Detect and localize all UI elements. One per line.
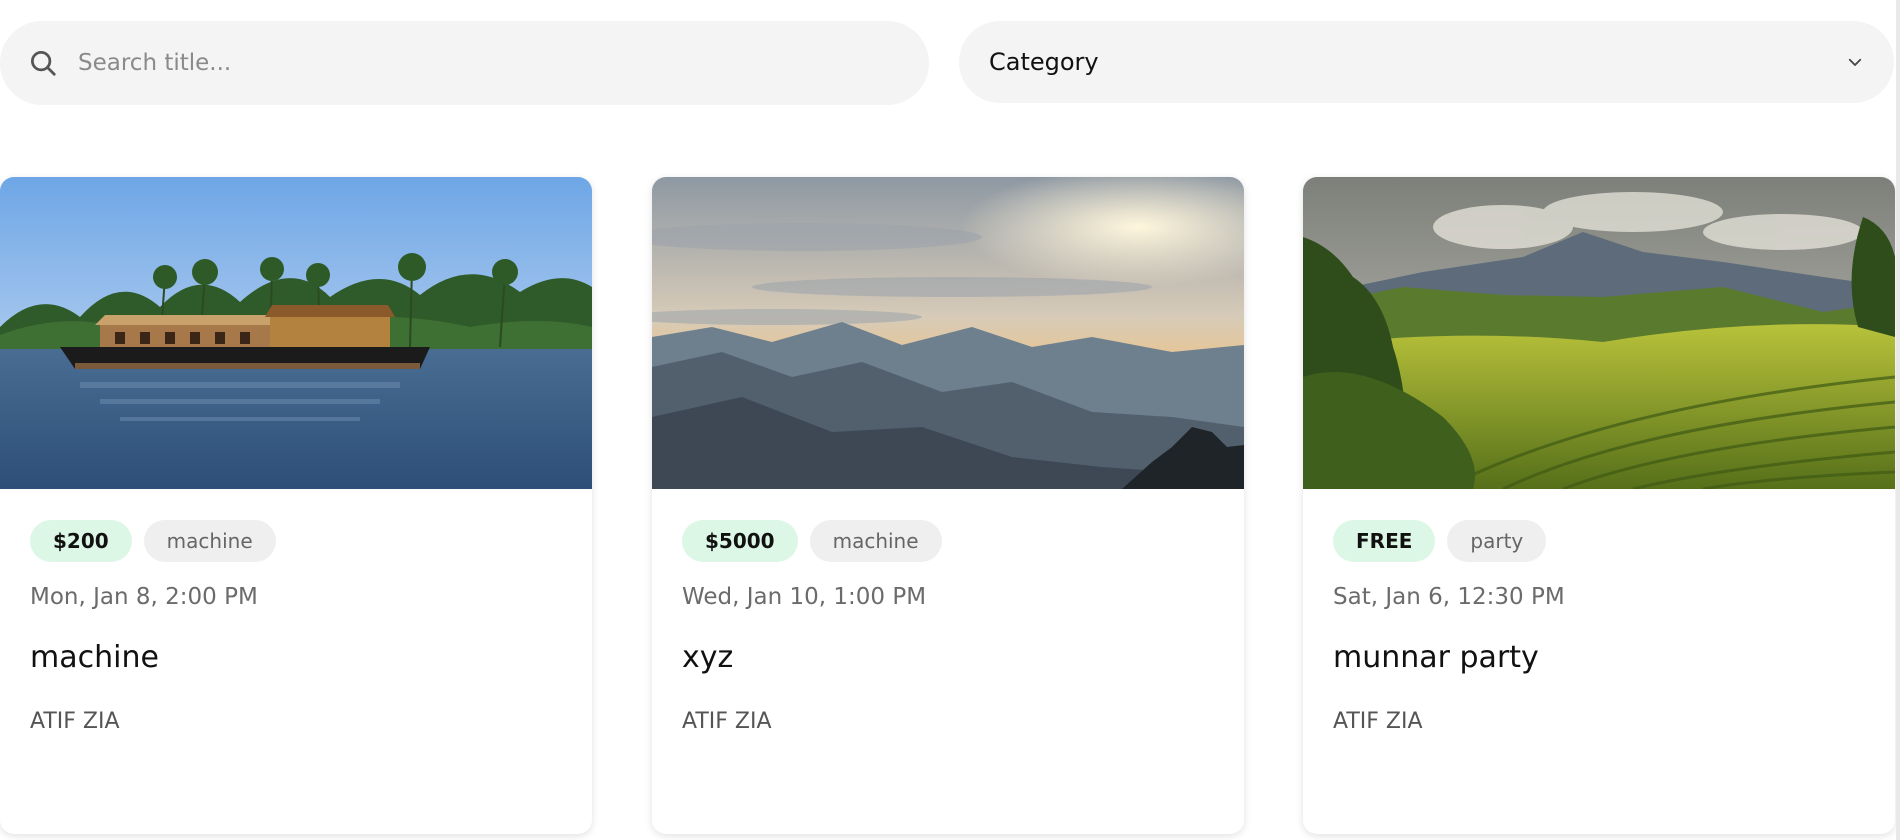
event-card-body: FREE party Sat, Jan 6, 12:30 PM munnar p…: [1303, 520, 1895, 734]
category-badge: machine: [143, 520, 276, 562]
category-select-label: Category: [989, 48, 1099, 76]
event-title: munnar party: [1333, 640, 1539, 675]
price-badge: $200: [30, 520, 132, 562]
category-badge: machine: [809, 520, 942, 562]
price-badge: FREE: [1333, 520, 1436, 562]
event-image-mountains: [652, 177, 1244, 489]
event-tags: $5000 machine: [682, 520, 1214, 562]
price-badge: $5000: [682, 520, 798, 562]
event-listing-page: Category: [0, 0, 1900, 840]
event-date: Wed, Jan 10, 1:00 PM: [682, 584, 927, 610]
event-organizer: ATIF ZIA: [682, 709, 772, 734]
event-card[interactable]: $5000 machine Wed, Jan 10, 1:00 PM xyz A…: [652, 177, 1244, 834]
event-organizer: ATIF ZIA: [30, 709, 120, 734]
event-tags: $200 machine: [30, 520, 562, 562]
event-card-body: $200 machine Mon, Jan 8, 2:00 PM machine…: [0, 520, 592, 734]
event-tags: FREE party: [1333, 520, 1865, 562]
event-image-houseboat: [0, 177, 592, 489]
event-card[interactable]: FREE party Sat, Jan 6, 12:30 PM munnar p…: [1303, 177, 1895, 834]
event-image-tea-plantation: [1303, 177, 1895, 489]
event-card-body: $5000 machine Wed, Jan 10, 1:00 PM xyz A…: [652, 520, 1244, 734]
search-input[interactable]: [78, 50, 898, 76]
search-icon: [31, 51, 56, 76]
event-card[interactable]: $200 machine Mon, Jan 8, 2:00 PM machine…: [0, 177, 592, 834]
event-title: xyz: [682, 640, 734, 675]
event-date: Mon, Jan 8, 2:00 PM: [30, 584, 258, 610]
category-badge: party: [1447, 520, 1547, 562]
chevron-down-icon: [1848, 58, 1862, 66]
event-title: machine: [30, 640, 159, 675]
event-date: Sat, Jan 6, 12:30 PM: [1333, 584, 1565, 610]
event-organizer: ATIF ZIA: [1333, 709, 1423, 734]
page-scrollbar[interactable]: [1896, 0, 1900, 840]
category-select[interactable]: Category: [959, 21, 1894, 103]
search-bar[interactable]: [0, 21, 929, 105]
